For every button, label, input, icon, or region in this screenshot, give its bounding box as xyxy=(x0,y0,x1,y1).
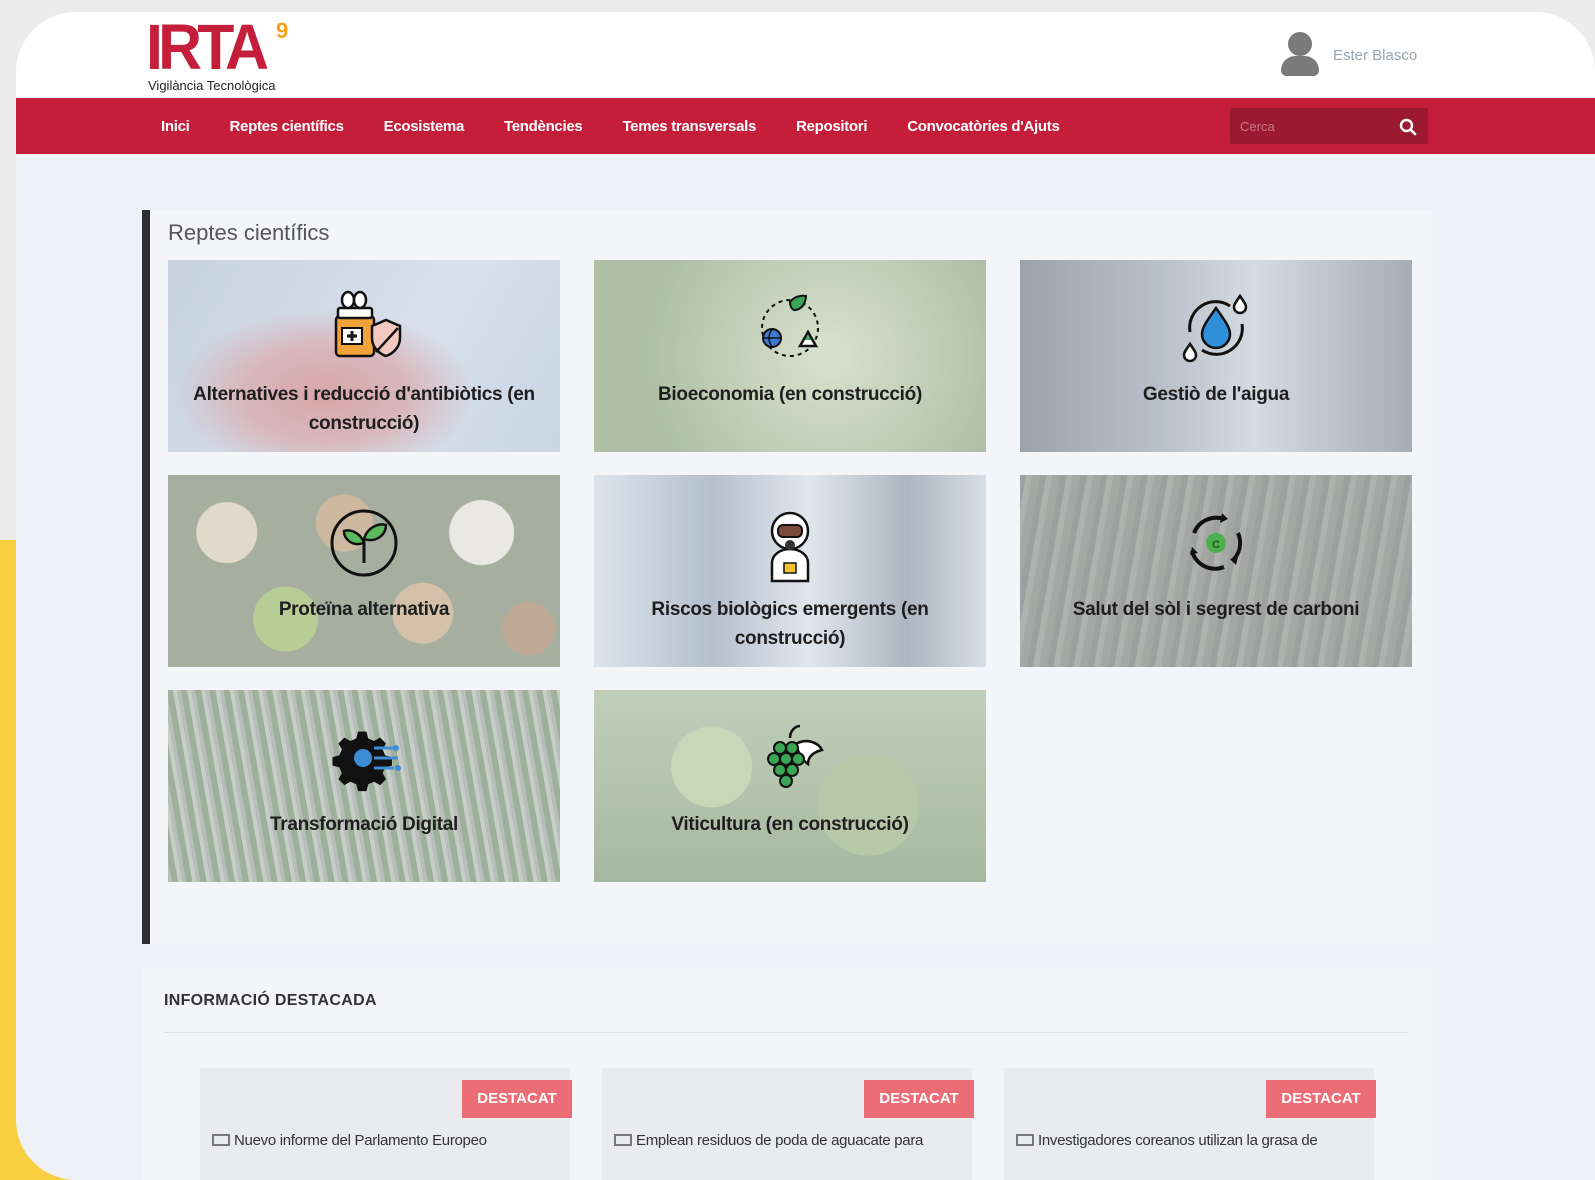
nav-item-tendencies[interactable]: Tendències xyxy=(504,118,583,135)
search-input[interactable] xyxy=(1240,114,1390,138)
search-box xyxy=(1230,108,1428,144)
tile-label: Salut del sòl i segrest de carboni xyxy=(1072,599,1360,620)
tile-label: Gestiò de l'aigua xyxy=(1142,384,1290,405)
nav-item-repositori[interactable]: Repositori xyxy=(796,118,867,135)
news-card[interactable]: DESTACAT Nuevo informe del Parlamento Eu… xyxy=(200,1068,572,1180)
panel-title: Reptes científics xyxy=(168,220,330,245)
irta-logo[interactable]: IRTA 9 Vigilància Tecnològica xyxy=(146,12,306,94)
featured-info-section: INFORMACIÓ DESTACADA DESTACAT Nuevo info… xyxy=(142,968,1432,1180)
nav-item-temes-transversals[interactable]: Temes transversals xyxy=(622,118,756,135)
divider xyxy=(164,1032,1408,1033)
tile-label: Alternatives i reducció d'antibiòtics (e… xyxy=(193,384,535,434)
tile-gestio-aigua[interactable]: Gestiò de l'aigua xyxy=(1020,260,1412,452)
tile-proteina[interactable]: Proteïna alternativa xyxy=(168,475,560,667)
search-icon[interactable] xyxy=(1398,117,1418,137)
user-menu[interactable]: Ester Blasco xyxy=(1279,30,1417,80)
tile-label: Proteïna alternativa xyxy=(278,599,450,620)
logo-subtitle: Vigilància Tecnològica xyxy=(148,78,276,93)
water-drop-icon xyxy=(1182,293,1248,363)
nav-item-inici[interactable]: Inici xyxy=(161,118,190,135)
medicine-shield-icon xyxy=(334,290,402,358)
newspaper-icon xyxy=(1016,1134,1034,1146)
section-title: INFORMACIÓ DESTACADA xyxy=(164,992,377,1009)
browser-window: IRTA 9 Vigilància Tecnològica Ester Blas… xyxy=(16,12,1595,1180)
news-card[interactable]: DESTACAT Investigadores coreanos utiliza… xyxy=(1004,1068,1376,1180)
tile-salut-sol[interactable]: C Salut del sòl i segrest de carboni xyxy=(1020,475,1412,667)
tile-bioeconomia[interactable]: Bioeconomia (en construcció) xyxy=(594,260,986,452)
destacat-badge[interactable]: DESTACAT xyxy=(864,1080,974,1118)
sprout-icon xyxy=(330,509,398,577)
digital-gear-icon xyxy=(332,731,401,792)
destacat-badge[interactable]: DESTACAT xyxy=(462,1080,572,1118)
news-title[interactable]: Nuevo informe del Parlamento Europeo xyxy=(212,1130,557,1152)
hazmat-suit-icon xyxy=(770,511,810,583)
destacat-badge[interactable]: DESTACAT xyxy=(1266,1080,1376,1118)
news-title[interactable]: Investigadores coreanos utilizan la gras… xyxy=(1016,1130,1361,1152)
grapes-icon xyxy=(767,724,824,788)
tile-riscos-biologics[interactable]: Riscos biològics emergents (en construcc… xyxy=(594,475,986,667)
tile-label: Viticultura (en construcció) xyxy=(671,814,909,835)
svg-text:C: C xyxy=(1212,539,1220,551)
tile-transformacio-digital[interactable]: Transformació Digital xyxy=(168,690,560,882)
newspaper-icon xyxy=(212,1134,230,1146)
reptes-panel: Reptes científics Alternatives i reducci… xyxy=(142,210,1432,944)
news-title-text: Nuevo informe del Parlamento Europeo xyxy=(234,1132,487,1149)
nav-item-ecosistema[interactable]: Ecosistema xyxy=(384,118,465,135)
tile-antibiotics[interactable]: Alternatives i reducció d'antibiòtics (e… xyxy=(168,260,560,452)
main-navigation: Inici Reptes científics Ecosistema Tendè… xyxy=(16,98,1595,154)
news-title[interactable]: Emplean residuos de poda de aguacate par… xyxy=(614,1130,959,1152)
nav-item-reptes-cientifics[interactable]: Reptes científics xyxy=(230,118,344,135)
tile-viticultura[interactable]: Viticultura (en construcció) xyxy=(594,690,986,882)
top-header: IRTA 9 Vigilància Tecnològica Ester Blas… xyxy=(16,12,1595,98)
tile-label: Bioeconomia (en construcció) xyxy=(658,384,922,405)
tile-label: Riscos biològics emergents (en construcc… xyxy=(651,599,929,649)
news-card[interactable]: DESTACAT Emplean residuos de poda de agu… xyxy=(602,1068,974,1180)
newspaper-icon xyxy=(614,1134,632,1146)
logo-mark: 9 xyxy=(276,18,289,43)
news-title-text: Emplean residuos de poda de aguacate par… xyxy=(636,1132,924,1149)
user-avatar-icon xyxy=(1279,32,1319,78)
user-name: Ester Blasco xyxy=(1333,46,1418,64)
bioeconomy-cycle-icon xyxy=(761,294,819,357)
logo-text: IRTA xyxy=(146,12,269,83)
news-title-text: Investigadores coreanos utilizan la gras… xyxy=(1038,1132,1318,1149)
tile-label: Transformació Digital xyxy=(270,814,458,835)
soil-cycle-icon: C xyxy=(1190,513,1243,571)
nav-item-convocatories[interactable]: Convocatòries d'Ajuts xyxy=(907,118,1060,135)
